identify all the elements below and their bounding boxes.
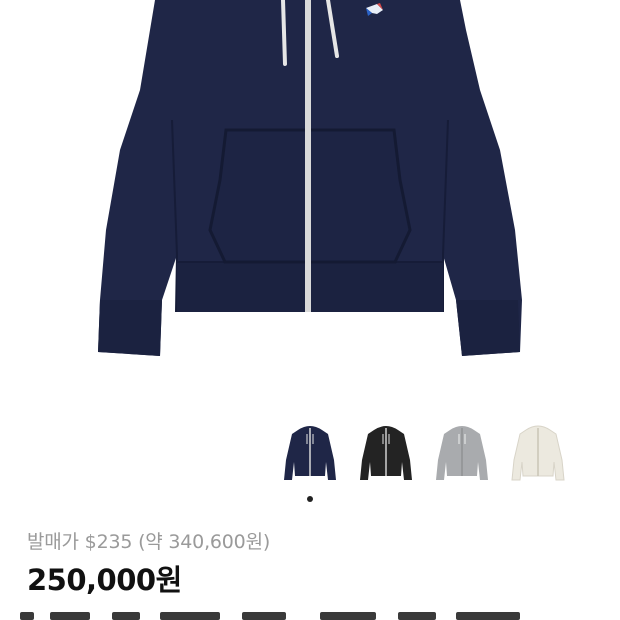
product-hero-image[interactable] (0, 0, 620, 400)
variant-thumb-grey[interactable] (430, 420, 494, 486)
variant-thumbnails (0, 420, 620, 490)
sale-price: 250,000원 (27, 563, 182, 597)
variant-thumb-ecru[interactable] (506, 420, 570, 486)
hoodie-thumb-icon (436, 426, 488, 480)
hoodie-illustration (98, 0, 522, 356)
variant-thumb-black[interactable] (354, 420, 418, 486)
hoodie-thumb-icon (511, 425, 565, 481)
description-text-cutoff (20, 612, 540, 620)
hoodie-thumb-icon (360, 426, 412, 480)
hoodie-thumb-icon (284, 426, 336, 480)
carousel-indicator-dot (307, 496, 313, 502)
variant-thumb-navy[interactable] (278, 420, 342, 486)
release-price: 발매가 $235 (약 340,600원) (27, 531, 271, 553)
